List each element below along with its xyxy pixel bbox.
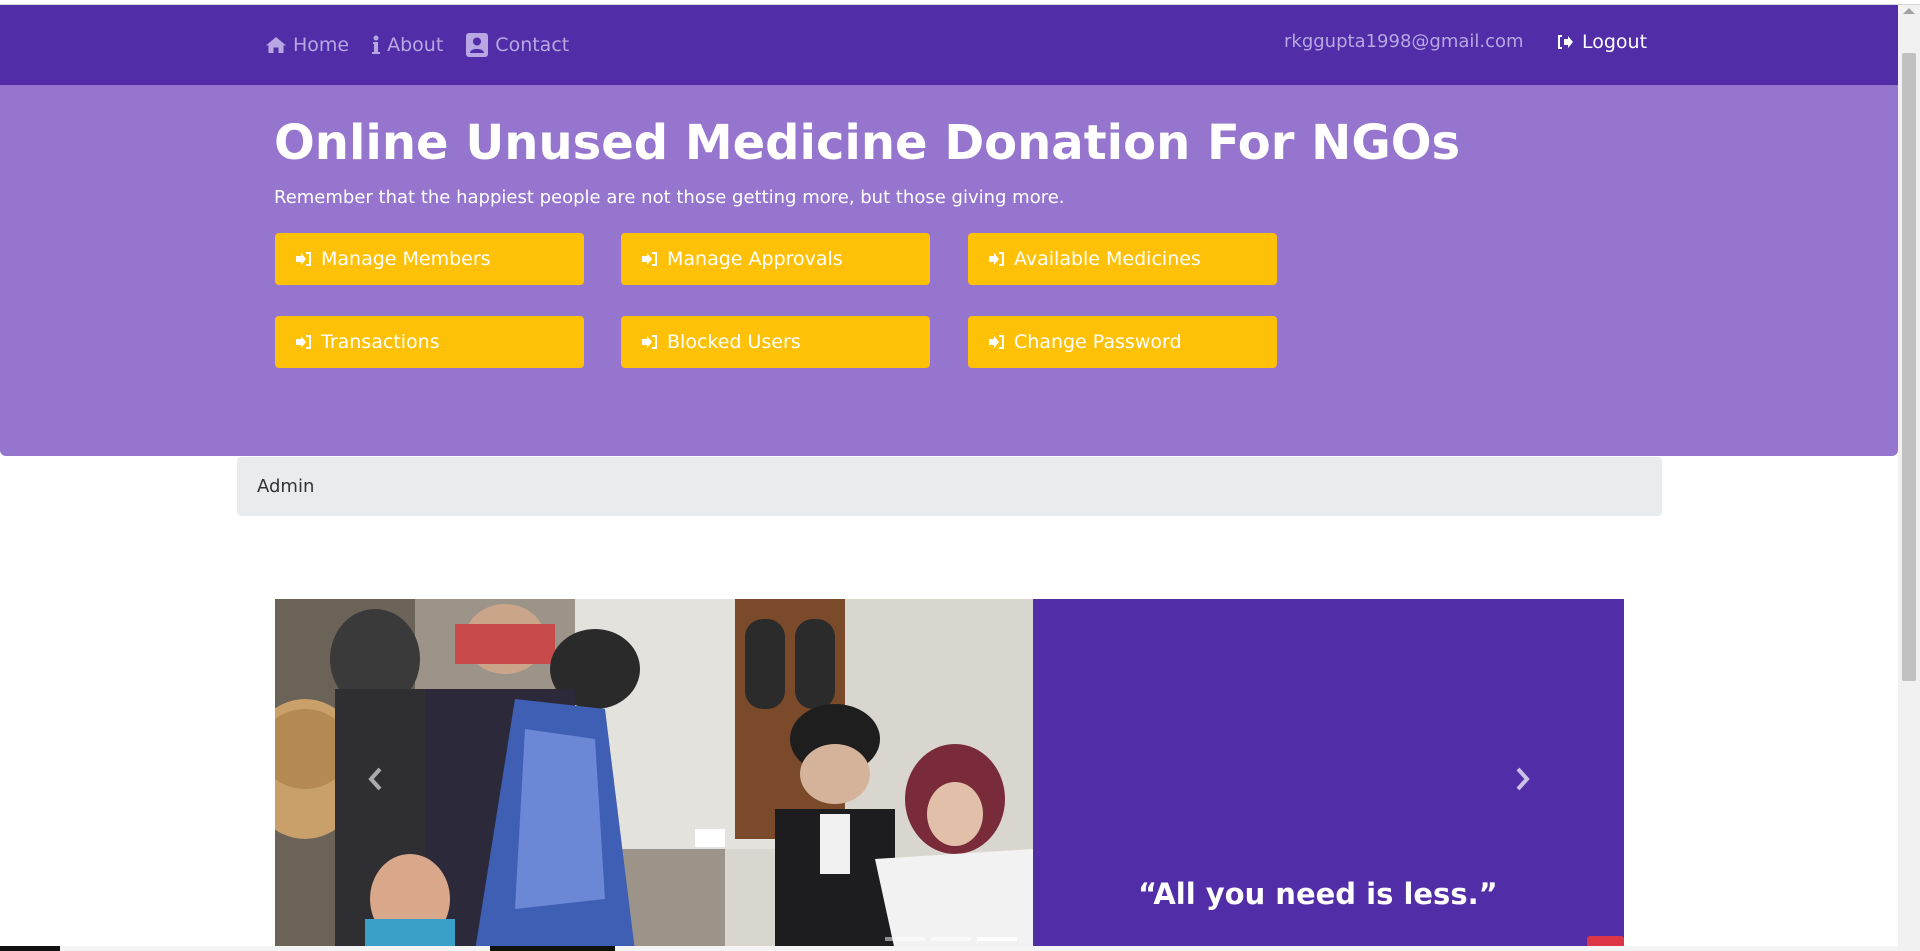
- sign-in-icon: [989, 335, 1004, 349]
- user-email[interactable]: rkggupta1998@gmail.com: [1284, 31, 1524, 52]
- carousel-prev-control[interactable]: [367, 767, 383, 795]
- nav-links: Home About Contact: [265, 5, 569, 85]
- transactions-label: Transactions: [321, 331, 440, 353]
- transactions-button[interactable]: Transactions: [275, 316, 584, 368]
- nav-about-link[interactable]: About: [371, 34, 443, 56]
- carousel-indicator[interactable]: [885, 937, 925, 941]
- manage-members-button[interactable]: Manage Members: [275, 233, 584, 285]
- strip-segment: [60, 946, 490, 951]
- logout-label: Logout: [1582, 31, 1648, 53]
- manage-approvals-label: Manage Approvals: [667, 248, 843, 270]
- nav-contact-label: Contact: [495, 34, 570, 56]
- carousel-quote: “All you need is less.”: [1138, 877, 1498, 911]
- breadcrumb: Admin: [237, 457, 1662, 516]
- carousel-photo: [275, 599, 1033, 951]
- chevron-right-icon: [1516, 767, 1530, 791]
- sign-in-icon: [989, 252, 1004, 266]
- available-medicines-label: Available Medicines: [1014, 248, 1201, 270]
- nav-about-label: About: [387, 34, 444, 56]
- blocked-users-label: Blocked Users: [667, 331, 801, 353]
- available-medicines-button[interactable]: Available Medicines: [968, 233, 1277, 285]
- manage-approvals-button[interactable]: Manage Approvals: [621, 233, 930, 285]
- carousel-indicator[interactable]: [931, 937, 971, 941]
- hero-jumbotron: Online Unused Medicine Donation For NGOs…: [0, 85, 1898, 456]
- page-title: Online Unused Medicine Donation For NGOs: [274, 115, 1461, 171]
- top-navbar: Home About Contact rkggupta1998@gmail.co…: [0, 5, 1898, 85]
- carousel-next-control[interactable]: [1515, 767, 1531, 795]
- chevron-left-icon: [368, 767, 382, 791]
- contact-card-icon: [466, 33, 489, 57]
- scroll-up-arrow-icon[interactable]: [1903, 8, 1915, 14]
- carousel-indicators: [885, 937, 1017, 941]
- bottom-edge-strip: [0, 946, 1898, 951]
- page-subtitle: Remember that the happiest people are no…: [274, 187, 1065, 208]
- change-password-button[interactable]: Change Password: [968, 316, 1277, 368]
- strip-segment: [615, 946, 1898, 951]
- sign-out-icon: [1558, 35, 1573, 49]
- image-carousel: “All you need is less.”: [275, 599, 1624, 951]
- medicine-distribution-photo: [275, 599, 1033, 951]
- info-icon: [372, 35, 381, 54]
- sign-in-icon: [296, 335, 311, 349]
- carousel-quote-panel: “All you need is less.”: [1033, 599, 1624, 951]
- nav-home-link[interactable]: Home: [265, 34, 349, 56]
- breadcrumb-current: Admin: [257, 476, 315, 497]
- logout-link[interactable]: Logout: [1556, 31, 1647, 53]
- page-scrollbar[interactable]: [1898, 5, 1920, 951]
- change-password-label: Change Password: [1014, 331, 1182, 353]
- scrollbar-thumb[interactable]: [1902, 53, 1916, 681]
- manage-members-label: Manage Members: [321, 248, 491, 270]
- home-icon: [266, 37, 286, 53]
- blocked-users-button[interactable]: Blocked Users: [621, 316, 930, 368]
- sign-in-icon: [642, 335, 657, 349]
- carousel-indicator-active[interactable]: [977, 937, 1017, 941]
- sign-in-icon: [642, 252, 657, 266]
- nav-home-label: Home: [293, 34, 350, 56]
- nav-contact-link[interactable]: Contact: [465, 32, 569, 58]
- sign-in-icon: [296, 252, 311, 266]
